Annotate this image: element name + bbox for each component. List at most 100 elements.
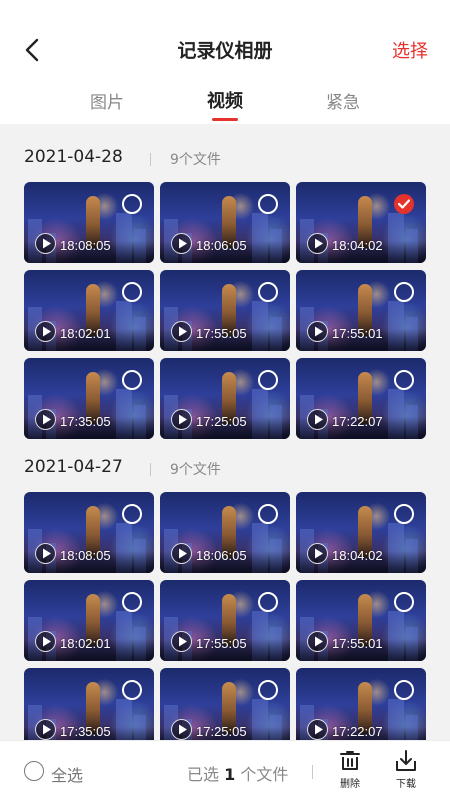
- select-circle-icon[interactable]: [258, 282, 278, 302]
- play-icon[interactable]: [171, 409, 192, 430]
- video-time: 17:22:07: [332, 414, 383, 429]
- video-time: 17:22:07: [332, 724, 383, 739]
- video-thumbnail[interactable]: 17:25:05: [160, 358, 290, 439]
- download-icon: [396, 750, 416, 771]
- select-circle-icon[interactable]: [258, 504, 278, 524]
- selected-suffix: 个文件: [240, 765, 289, 784]
- section-date: 2021-04-27: [24, 457, 123, 477]
- play-icon[interactable]: [307, 631, 328, 652]
- play-icon[interactable]: [35, 321, 56, 342]
- video-time: 17:25:05: [196, 414, 247, 429]
- select-circle-icon[interactable]: [122, 194, 142, 214]
- select-circle-icon[interactable]: [394, 592, 414, 612]
- video-time: 17:35:05: [60, 724, 111, 739]
- play-icon[interactable]: [307, 409, 328, 430]
- video-thumbnail[interactable]: 18:06:05: [160, 492, 290, 573]
- selected-prefix: 已选: [187, 765, 220, 784]
- selected-count-text: 已选 1 个文件: [187, 761, 288, 785]
- select-all-label: 全选: [51, 766, 84, 785]
- radio-icon: [24, 761, 44, 781]
- video-thumbnail[interactable]: 18:04:02: [296, 182, 426, 263]
- play-icon[interactable]: [35, 719, 56, 740]
- bottom-action-bar: 全选 已选 1 个文件 删除 下载: [0, 740, 450, 800]
- page-title: 记录仪相册: [177, 40, 273, 62]
- video-thumbnail[interactable]: 18:02:01: [24, 580, 154, 661]
- video-thumbnail[interactable]: 18:02:01: [24, 270, 154, 351]
- video-thumbnail[interactable]: 17:22:07: [296, 668, 426, 740]
- select-circle-icon[interactable]: [394, 370, 414, 390]
- selected-count: 1: [224, 765, 236, 784]
- section-file-count: 9个文件: [170, 152, 221, 168]
- divider: [150, 463, 151, 476]
- play-icon[interactable]: [35, 409, 56, 430]
- select-circle-icon[interactable]: [122, 680, 142, 700]
- video-thumbnail[interactable]: 17:35:05: [24, 668, 154, 740]
- video-thumbnail[interactable]: 17:55:05: [160, 270, 290, 351]
- divider: [312, 765, 313, 779]
- video-time: 18:08:05: [60, 238, 111, 253]
- video-thumbnail[interactable]: 18:06:05: [160, 182, 290, 263]
- video-thumbnail[interactable]: 18:04:02: [296, 492, 426, 573]
- play-icon[interactable]: [171, 321, 192, 342]
- tab-videos[interactable]: 视频: [185, 87, 265, 121]
- play-icon[interactable]: [307, 543, 328, 564]
- play-icon[interactable]: [35, 631, 56, 652]
- video-time: 18:06:05: [196, 548, 247, 563]
- video-time: 17:55:05: [196, 326, 247, 341]
- active-tab-indicator: [212, 118, 238, 121]
- tab-emergency[interactable]: 紧急: [303, 88, 383, 113]
- tab-bar: 图片 视频 紧急: [0, 88, 450, 124]
- video-time: 18:02:01: [60, 636, 111, 651]
- section-date: 2021-04-28: [24, 147, 123, 167]
- section-header: 2021-04-28 9个文件: [0, 124, 450, 182]
- select-circle-icon[interactable]: [122, 504, 142, 524]
- select-circle-icon[interactable]: [394, 504, 414, 524]
- delete-button[interactable]: 删除: [330, 749, 370, 790]
- play-icon[interactable]: [35, 543, 56, 564]
- download-label: 下载: [396, 779, 416, 790]
- play-icon[interactable]: [307, 719, 328, 740]
- video-thumbnail[interactable]: 17:55:01: [296, 580, 426, 661]
- select-circle-icon[interactable]: [394, 680, 414, 700]
- video-thumbnail[interactable]: 17:55:05: [160, 580, 290, 661]
- download-button[interactable]: 下载: [386, 749, 426, 790]
- section-file-count: 9个文件: [170, 462, 221, 478]
- trash-icon: [340, 751, 360, 770]
- play-icon[interactable]: [35, 233, 56, 254]
- play-icon[interactable]: [171, 631, 192, 652]
- select-circle-icon[interactable]: [258, 680, 278, 700]
- date-section: 2021-04-27 9个文件 18:08:05 18:06:05 18:04:02 18…: [0, 434, 450, 740]
- video-time: 17:55:05: [196, 636, 247, 651]
- play-icon[interactable]: [307, 321, 328, 342]
- select-circle-icon[interactable]: [258, 592, 278, 612]
- video-list[interactable]: 2021-04-28 9个文件 18:08:05 18:06:05 18:04:02 18…: [0, 124, 450, 740]
- play-icon[interactable]: [307, 233, 328, 254]
- video-time: 17:25:05: [196, 724, 247, 739]
- video-time: 18:02:01: [60, 326, 111, 341]
- section-header: 2021-04-27 9个文件: [0, 434, 450, 492]
- tab-images[interactable]: 图片: [67, 88, 147, 113]
- select-button[interactable]: 选择: [392, 37, 428, 63]
- play-icon[interactable]: [171, 719, 192, 740]
- video-thumbnail[interactable]: 17:55:01: [296, 270, 426, 351]
- selected-check-icon[interactable]: [394, 194, 414, 214]
- video-thumbnail[interactable]: 17:35:05: [24, 358, 154, 439]
- video-time: 18:08:05: [60, 548, 111, 563]
- select-circle-icon[interactable]: [258, 194, 278, 214]
- video-thumbnail[interactable]: 18:08:05: [24, 492, 154, 573]
- tab-videos-label: 视频: [207, 91, 243, 112]
- play-icon[interactable]: [171, 233, 192, 254]
- video-thumbnail[interactable]: 17:22:07: [296, 358, 426, 439]
- video-time: 17:35:05: [60, 414, 111, 429]
- divider: [150, 153, 151, 166]
- play-icon[interactable]: [171, 543, 192, 564]
- select-circle-icon[interactable]: [122, 370, 142, 390]
- select-circle-icon[interactable]: [258, 370, 278, 390]
- video-thumbnail[interactable]: 18:08:05: [24, 182, 154, 263]
- video-thumbnail[interactable]: 17:25:05: [160, 668, 290, 740]
- select-circle-icon[interactable]: [122, 592, 142, 612]
- select-circle-icon[interactable]: [394, 282, 414, 302]
- video-time: 17:55:01: [332, 636, 383, 651]
- video-time: 18:04:02: [332, 238, 383, 253]
- select-circle-icon[interactable]: [122, 282, 142, 302]
